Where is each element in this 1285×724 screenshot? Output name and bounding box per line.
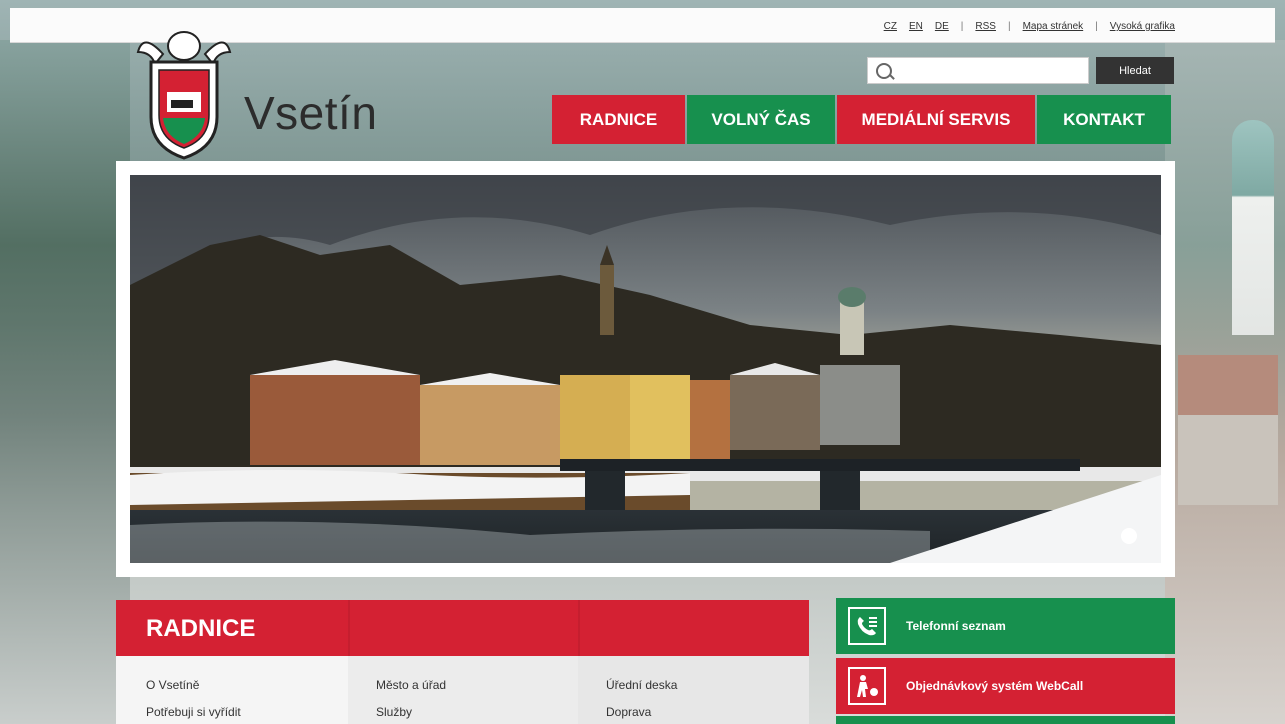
link-mesto-a-urad[interactable]: Město a úřad <box>376 678 446 692</box>
link-uredni-deska[interactable]: Úřední deska <box>606 678 677 692</box>
coat-of-arms-logo[interactable] <box>133 22 235 160</box>
background-left <box>0 40 130 724</box>
site-logo-text[interactable]: Vsetín <box>244 86 377 140</box>
link-doprava[interactable]: Doprava <box>606 705 651 719</box>
quick-link-label: Objednávkový systém WebCall <box>906 679 1084 693</box>
hero-slider <box>116 161 1175 577</box>
nav-radnice[interactable]: RADNICE <box>552 95 685 144</box>
quick-link-partial[interactable] <box>836 716 1175 724</box>
main-navigation: RADNICE VOLNÝ ČAS MEDIÁLNÍ SERVIS KONTAK… <box>552 95 1171 144</box>
background-roof <box>1178 355 1278 415</box>
nav-volny-cas[interactable]: VOLNÝ ČAS <box>687 95 835 144</box>
slider-dot-active[interactable] <box>1121 528 1137 544</box>
separator: | <box>1095 21 1098 32</box>
panel-title: RADNICE <box>146 615 256 642</box>
radnice-panel-header: RADNICE <box>116 600 809 656</box>
hero-image <box>130 175 1161 563</box>
search-icon <box>876 63 892 79</box>
top-links: CZ EN DE | RSS | Mapa stránek | Vysoká g… <box>884 21 1175 32</box>
nav-kontakt[interactable]: KONTAKT <box>1037 95 1171 144</box>
link-o-vsetine[interactable]: O Vsetíně <box>146 678 199 692</box>
lang-cz-link[interactable]: CZ <box>884 21 897 32</box>
quick-link-label: Telefonní seznam <box>906 619 1006 633</box>
panel-divider <box>578 600 580 656</box>
lang-en-link[interactable]: EN <box>909 21 923 32</box>
link-potrebuji-si-vyridit[interactable]: Potřebuji si vyřídit <box>146 705 241 719</box>
quick-link-webcall[interactable]: Objednávkový systém WebCall <box>836 658 1175 714</box>
nav-medialni-servis[interactable]: MEDIÁLNÍ SERVIS <box>837 95 1035 144</box>
high-contrast-link[interactable]: Vysoká grafika <box>1110 21 1175 32</box>
background-wall <box>1178 415 1278 505</box>
panel-divider <box>348 600 350 656</box>
search-box <box>867 57 1089 84</box>
phone-book-icon <box>848 607 886 645</box>
separator: | <box>1007 21 1011 32</box>
link-sluzby[interactable]: Služby <box>376 705 412 719</box>
quick-link-telefonni-seznam[interactable]: Telefonní seznam <box>836 598 1175 654</box>
search-input[interactable] <box>898 61 1082 83</box>
rss-link[interactable]: RSS <box>975 21 996 32</box>
person-queue-icon <box>848 667 886 705</box>
radnice-panel: RADNICE O Vsetíně Potřebuji si vyřídit M… <box>116 600 809 724</box>
search-button[interactable]: Hledat <box>1096 57 1174 84</box>
background-tower <box>1232 120 1274 335</box>
lang-de-link[interactable]: DE <box>935 21 949 32</box>
sitemap-link[interactable]: Mapa stránek <box>1023 21 1084 32</box>
separator: | <box>960 21 964 32</box>
